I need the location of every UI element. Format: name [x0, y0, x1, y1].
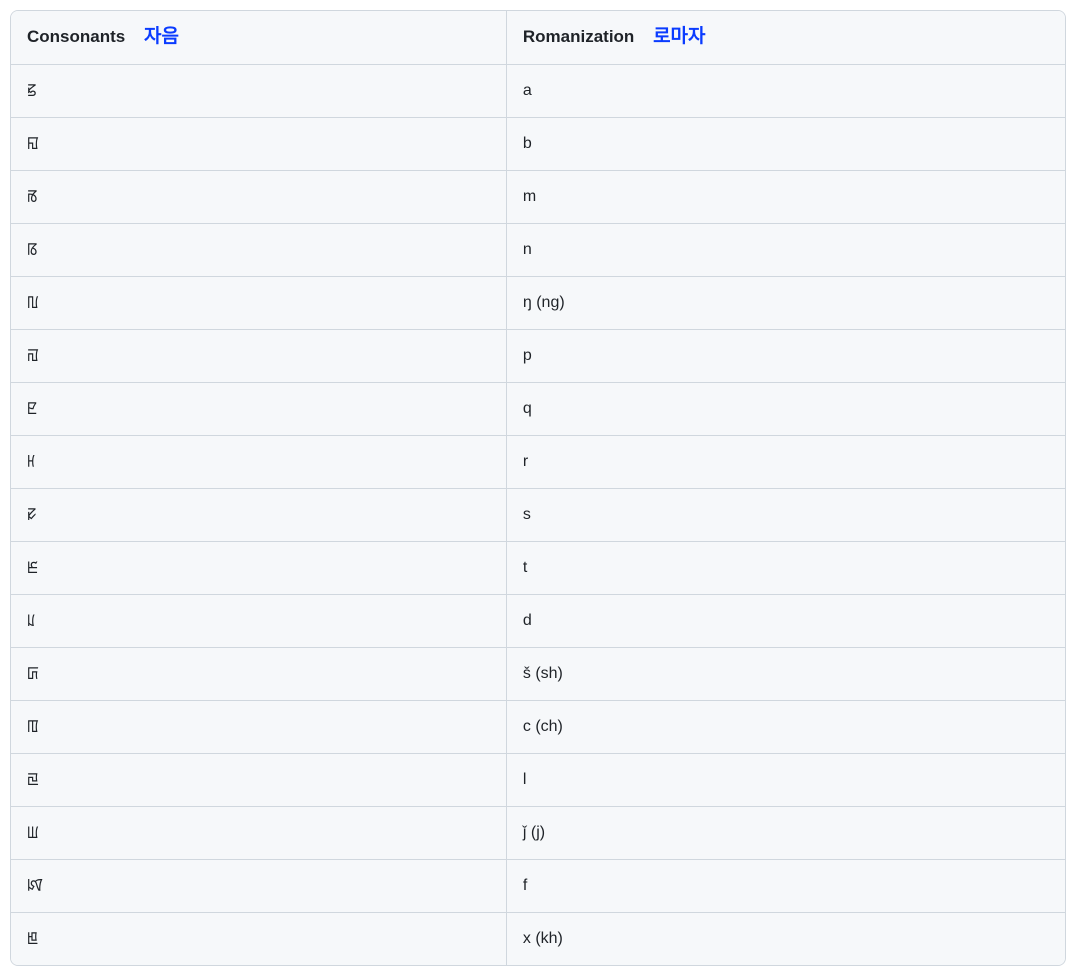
header-consonants-main: Consonants	[27, 27, 125, 46]
consonants-table-container: Consonants 자음 Romanization 로마자 ꡝaꡎbꡏmꡋnꡃ…	[10, 10, 1066, 966]
consonant-cell: ꡏ	[11, 170, 506, 223]
table-header-row: Consonants 자음 Romanization 로마자	[11, 11, 1065, 64]
romanization-cell: c (ch)	[506, 700, 1065, 753]
table-row: ꡁx (kh)	[11, 912, 1065, 965]
table-row: ꡆǰ (j)	[11, 806, 1065, 859]
romanization-cell: ŋ (ng)	[506, 276, 1065, 329]
table-row: ꡃŋ (ng)	[11, 276, 1065, 329]
romanization-cell: q	[506, 382, 1065, 435]
consonant-cell: ꡊ	[11, 594, 506, 647]
consonant-cell: ꡋ	[11, 223, 506, 276]
consonant-cell: ꡘ	[11, 435, 506, 488]
table-row: ꡝa	[11, 64, 1065, 117]
consonant-cell: ꡌ	[11, 329, 506, 382]
consonant-cell: ꡆ	[11, 806, 506, 859]
consonant-cell: ꡁ	[11, 912, 506, 965]
consonant-cell: ꡚ	[11, 647, 506, 700]
table-row: ꡎb	[11, 117, 1065, 170]
consonant-cell: ꡤ	[11, 859, 506, 912]
romanization-cell: ǰ (j)	[506, 806, 1065, 859]
table-row: ꡈt	[11, 541, 1065, 594]
table-row: ꡄc (ch)	[11, 700, 1065, 753]
table-row: ꡋn	[11, 223, 1065, 276]
consonant-cell: ꡄ	[11, 700, 506, 753]
table-row: ꡏm	[11, 170, 1065, 223]
consonant-cell: ꡙ	[11, 753, 506, 806]
consonant-cell: ꡎ	[11, 117, 506, 170]
consonant-cell: ꡈ	[11, 541, 506, 594]
consonant-cell: ꡝ	[11, 64, 506, 117]
table-row: ꡊd	[11, 594, 1065, 647]
header-romanization: Romanization 로마자	[506, 11, 1065, 64]
header-consonants-translation: 자음	[144, 26, 179, 47]
romanization-cell: a	[506, 64, 1065, 117]
romanization-cell: s	[506, 488, 1065, 541]
romanization-cell: p	[506, 329, 1065, 382]
table-row: ꡢq	[11, 382, 1065, 435]
consonants-table: Consonants 자음 Romanization 로마자 ꡝaꡎbꡏmꡋnꡃ…	[11, 11, 1065, 965]
romanization-cell: f	[506, 859, 1065, 912]
table-row: ꡘr	[11, 435, 1065, 488]
romanization-cell: l	[506, 753, 1065, 806]
romanization-cell: š (sh)	[506, 647, 1065, 700]
consonant-cell: ꡢ	[11, 382, 506, 435]
table-row: ꡚš (sh)	[11, 647, 1065, 700]
consonant-cell: ꡛ	[11, 488, 506, 541]
table-row: ꡌp	[11, 329, 1065, 382]
romanization-cell: r	[506, 435, 1065, 488]
consonant-cell: ꡃ	[11, 276, 506, 329]
romanization-cell: m	[506, 170, 1065, 223]
romanization-cell: d	[506, 594, 1065, 647]
romanization-cell: n	[506, 223, 1065, 276]
header-consonants: Consonants 자음	[11, 11, 506, 64]
table-row: ꡙl	[11, 753, 1065, 806]
romanization-cell: x (kh)	[506, 912, 1065, 965]
table-row: ꡛs	[11, 488, 1065, 541]
table-row: ꡤf	[11, 859, 1065, 912]
header-romanization-main: Romanization	[523, 27, 634, 46]
header-romanization-translation: 로마자	[653, 26, 705, 47]
romanization-cell: t	[506, 541, 1065, 594]
romanization-cell: b	[506, 117, 1065, 170]
